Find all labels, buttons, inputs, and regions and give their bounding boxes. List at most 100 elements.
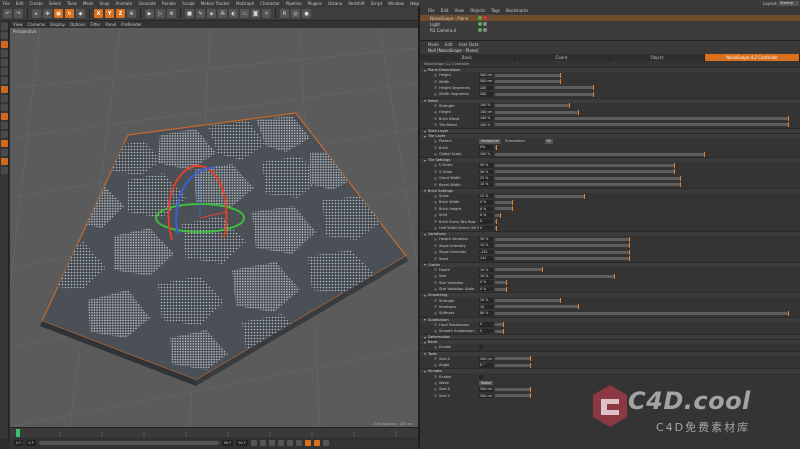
parameter-slider[interactable] — [495, 151, 705, 157]
parameter-value-field[interactable]: 100 % — [479, 122, 493, 128]
keyframe-dot-icon[interactable] — [434, 268, 437, 272]
keyframe-dot-icon[interactable] — [434, 123, 437, 127]
attribute-menu-item[interactable]: Mode — [428, 42, 439, 47]
menu-item[interactable]: Character — [260, 1, 280, 6]
keyframe-dot-icon[interactable] — [434, 363, 437, 367]
points-mode-icon[interactable] — [1, 59, 8, 66]
menu-item[interactable]: Plugins — [308, 1, 322, 6]
keyframe-dot-icon[interactable] — [434, 287, 437, 291]
visibility-icon[interactable] — [478, 28, 482, 32]
polygons-mode-icon[interactable] — [1, 77, 8, 84]
keyframe-dot-icon[interactable] — [434, 299, 437, 303]
parameter-value-field[interactable]: 50 % — [479, 169, 493, 175]
snap-icon[interactable] — [1, 104, 8, 111]
scale-icon[interactable]: ▣ — [54, 9, 63, 18]
parameter-slider[interactable] — [495, 249, 630, 255]
workplane-icon[interactable] — [1, 50, 8, 57]
parameter-value-field[interactable]: 0 % — [479, 206, 493, 212]
keyframe-dot-icon[interactable] — [434, 257, 437, 261]
parameter-value-field[interactable]: 20 % — [479, 298, 493, 303]
parameter-value-field[interactable]: 500 cm — [479, 79, 493, 84]
texture-mode-icon[interactable] — [1, 41, 8, 48]
parameter-value-field[interactable]: 100 % — [479, 116, 493, 121]
keyframe-dot-icon[interactable] — [434, 394, 437, 398]
parameter-slider[interactable] — [495, 72, 561, 78]
keyframe-icon[interactable] — [322, 440, 329, 446]
pen-icon[interactable]: ✎ — [196, 9, 205, 18]
visibility-icon[interactable] — [478, 16, 482, 20]
parameter-slider[interactable] — [495, 206, 513, 212]
keyframe-dot-icon[interactable] — [434, 86, 437, 90]
parameter-value-field[interactable]: 500 cm — [479, 72, 493, 78]
render-region-icon[interactable]: ▷ — [156, 9, 165, 18]
slider-handle[interactable] — [593, 85, 594, 91]
keyframe-dot-icon[interactable] — [434, 92, 437, 96]
parameter-value-field[interactable]: 141 — [479, 256, 493, 261]
slider-handle[interactable] — [503, 328, 504, 334]
enable-axis-icon[interactable] — [1, 86, 8, 93]
slider-handle[interactable] — [629, 236, 630, 242]
layout-dropdown[interactable]: Startup — [779, 1, 799, 6]
parameter-slider[interactable] — [495, 162, 675, 168]
parameter-value-field[interactable]: 0 % — [479, 286, 493, 292]
parameter-slider[interactable] — [495, 122, 789, 128]
menu-item[interactable]: File — [3, 1, 10, 6]
subdivision-icon[interactable]: ◈ — [207, 9, 216, 18]
viewport-menu-item[interactable]: Filter — [90, 22, 100, 27]
enable-checkbox[interactable] — [479, 345, 483, 350]
slider-handle[interactable] — [578, 109, 579, 115]
recent-tools-icon[interactable]: ◆ — [76, 9, 85, 18]
parameter-dropdown[interactable]: Radial — [479, 380, 494, 386]
parameter-slider[interactable] — [495, 79, 561, 85]
keyframe-dot-icon[interactable] — [434, 152, 437, 156]
parameter-slider[interactable] — [495, 236, 630, 242]
menu-item[interactable]: Pipeline — [286, 1, 302, 6]
visibility-icon[interactable] — [478, 22, 482, 26]
object-manager-menu-item[interactable]: Bookmarks — [506, 8, 528, 13]
parameter-value-field[interactable]: 0 — [479, 328, 493, 334]
object-manager-menu-item[interactable]: Edit — [441, 8, 449, 13]
parameter-value-field[interactable]: 80 % — [479, 311, 493, 316]
menu-item[interactable]: Help — [410, 1, 419, 6]
move-icon[interactable]: ✥ — [43, 9, 52, 18]
render-visibility-icon[interactable] — [483, 28, 487, 32]
parameter-slider[interactable] — [495, 193, 585, 199]
tab-coord[interactable]: Coord. — [515, 54, 610, 61]
viewport-menu-item[interactable]: ProRender — [121, 22, 142, 27]
keyframe-dot-icon[interactable] — [434, 213, 437, 217]
menu-item[interactable]: Window — [388, 1, 404, 6]
keyframe-dot-icon[interactable] — [434, 226, 437, 230]
menu-item[interactable]: Render — [162, 1, 176, 6]
slider-handle[interactable] — [506, 280, 507, 286]
parameter-value-field[interactable]: 0 % — [479, 212, 493, 218]
make-editable-icon[interactable] — [1, 23, 8, 30]
parameter-slider[interactable] — [495, 310, 789, 316]
object-manager-menu-item[interactable]: Objects — [470, 8, 485, 13]
keyframe-dot-icon[interactable] — [434, 311, 437, 315]
soft-selection-icon[interactable] — [1, 113, 8, 120]
solo-icon[interactable] — [1, 149, 8, 156]
parameter-slider[interactable] — [495, 362, 531, 368]
slider-handle[interactable] — [614, 273, 615, 279]
parameter-value-field[interactable]: 0 % — [479, 280, 493, 286]
keyframe-dot-icon[interactable] — [434, 163, 437, 167]
parameter-value-field[interactable]: 500 cm — [479, 356, 493, 362]
parameter-value-field[interactable]: 25 % — [479, 175, 493, 181]
light-icon[interactable]: ☼ — [262, 9, 271, 18]
slider-handle[interactable] — [674, 169, 675, 175]
play-reverse-icon[interactable] — [268, 440, 275, 446]
parameter-slider[interactable] — [495, 304, 579, 310]
slider-handle[interactable] — [674, 162, 675, 168]
attribute-menu-item[interactable]: User Data — [459, 42, 479, 47]
edges-mode-icon[interactable] — [1, 68, 8, 75]
slider-handle[interactable] — [629, 243, 630, 249]
menu-item[interactable]: Snap — [99, 1, 109, 6]
parameter-value-field[interactable]: 200 — [479, 92, 493, 97]
parameter-slider[interactable] — [495, 298, 561, 304]
menu-item[interactable]: Tools — [67, 1, 77, 6]
viewport-solo-icon[interactable] — [1, 158, 8, 165]
planar-icon[interactable] — [1, 131, 8, 138]
play-icon[interactable] — [277, 440, 284, 446]
frame-current-field[interactable]: 0 F — [26, 440, 36, 446]
parameter-slider[interactable] — [495, 356, 531, 362]
